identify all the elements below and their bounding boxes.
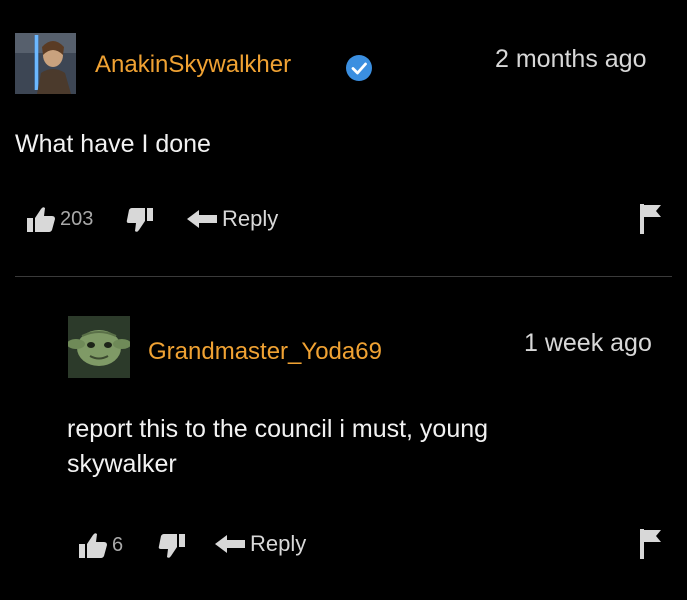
comment-text: What have I done — [15, 130, 211, 158]
like-button[interactable]: 203 — [26, 204, 93, 234]
avatar-image — [68, 316, 130, 378]
like-count: 6 — [112, 533, 124, 556]
thumbs-down-icon — [126, 207, 154, 233]
dislike-button[interactable] — [126, 206, 154, 234]
username[interactable]: AnakinSkywalkher — [95, 50, 291, 80]
reply-label: Reply — [250, 531, 307, 556]
reply-label: Reply — [222, 206, 279, 231]
divider — [15, 276, 672, 277]
timestamp: 1 week ago — [524, 329, 652, 357]
username[interactable]: Grandmaster_Yoda69 — [148, 337, 382, 367]
timestamp: 2 months ago — [495, 45, 647, 73]
flag-button[interactable] — [639, 528, 663, 560]
avatar-image — [15, 33, 76, 94]
like-count: 203 — [60, 207, 94, 230]
flag-icon — [639, 203, 663, 235]
reply-text: report this to the council i must, young… — [67, 415, 489, 478]
thumbs-down-icon — [158, 533, 186, 559]
thumbs-up-icon — [26, 205, 56, 233]
reply-arrow-icon — [187, 209, 217, 229]
verified-check-icon — [346, 55, 372, 81]
dislike-button[interactable] — [158, 532, 186, 560]
reply-arrow-icon — [215, 534, 245, 554]
reply-button[interactable]: Reply — [187, 204, 278, 234]
avatar[interactable] — [68, 316, 130, 378]
like-button[interactable]: 6 — [78, 530, 123, 560]
thumbs-up-icon — [78, 531, 108, 559]
reply-button[interactable]: Reply — [215, 529, 306, 559]
avatar[interactable] — [15, 33, 76, 94]
flag-icon — [639, 528, 663, 560]
flag-button[interactable] — [639, 203, 663, 235]
